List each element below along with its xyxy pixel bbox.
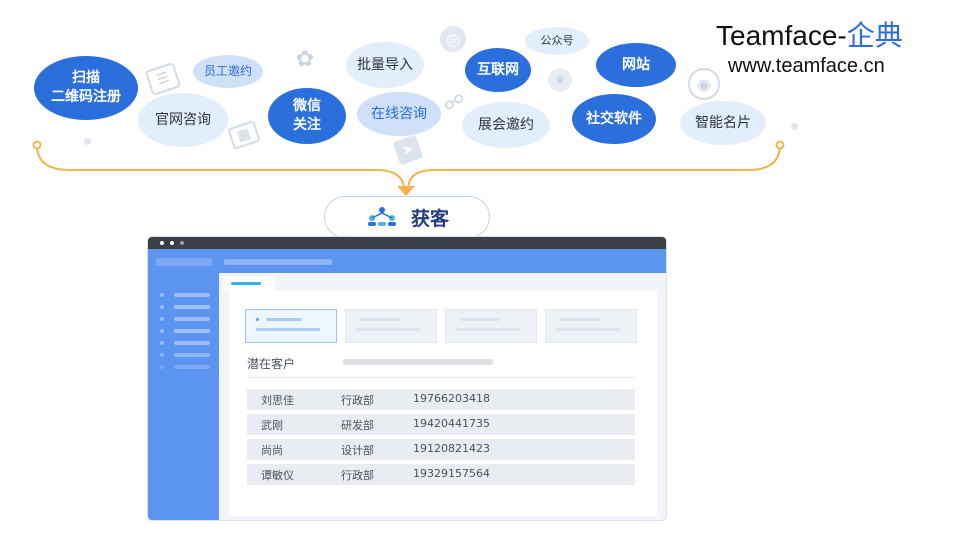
channel-online-inquiry: 在线咨询 — [357, 92, 441, 136]
sidebar-item-label — [174, 317, 210, 321]
card-title-placeholder — [560, 318, 600, 321]
tab-active[interactable] — [223, 277, 275, 291]
card-value-placeholder — [556, 328, 620, 331]
table-row[interactable]: 刘思佳 行政部 19766203418 — [247, 389, 635, 410]
channel-smart-card: 智能名片 — [680, 101, 766, 145]
filter-card[interactable] — [545, 309, 637, 343]
card-dot — [256, 318, 259, 321]
section-subtitle-placeholder — [343, 359, 493, 365]
table-row[interactable]: 尚尚 设计部 19120821423 — [247, 439, 635, 460]
send-icon: ➤ — [392, 134, 424, 166]
chat-icon: ☍ — [443, 90, 465, 114]
card-title-placeholder — [266, 318, 302, 321]
tab-active-indicator — [231, 282, 261, 285]
acquire-customers-label: 获客 — [410, 207, 449, 230]
sidebar-item-label — [174, 341, 210, 345]
connector-right — [407, 144, 781, 191]
brand-name-en: Teamface- — [716, 20, 847, 51]
customer-name: 刘思佳 — [261, 394, 294, 407]
sidebar-item-label — [174, 353, 210, 357]
sidebar-item[interactable] — [160, 353, 164, 357]
channel-wechat-follow: 微信 关注 — [268, 88, 346, 144]
paw-icon: ✿ — [295, 46, 315, 72]
card-value-placeholder — [256, 328, 320, 331]
badge-icon: ★ — [548, 68, 572, 92]
brand-website: www.teamface.cn — [728, 55, 885, 77]
connector-right-end — [775, 140, 785, 150]
customer-name: 尚尚 — [261, 444, 283, 457]
small-dot-left — [84, 138, 91, 145]
customer-dept: 行政部 — [341, 394, 374, 407]
acquire-customers-badge: 获客 — [324, 196, 490, 238]
section-divider — [247, 377, 635, 378]
filter-card-selected[interactable] — [245, 309, 337, 343]
customer-name: 谭敏仪 — [261, 469, 294, 482]
channel-exhibition-invite: 展会邀约 — [462, 102, 550, 148]
sidebar-item[interactable] — [160, 329, 164, 333]
small-dot-right — [791, 123, 798, 130]
filter-card[interactable] — [445, 309, 537, 343]
card-icon: ▦ — [227, 120, 261, 150]
camera-icon: ◉ — [688, 68, 720, 100]
brand-name-cn: 企典 — [846, 20, 903, 51]
customer-dept: 研发部 — [341, 419, 374, 432]
app-window: 潜在客户 刘思佳 行政部 19766203418 武刚 研发部 19420441… — [148, 237, 666, 520]
sidebar-item[interactable] — [160, 305, 164, 309]
globe-icon: ◎ — [440, 26, 466, 52]
app-header — [148, 249, 666, 273]
customer-phone: 19120821423 — [413, 442, 490, 455]
customer-dept: 设计部 — [341, 444, 374, 457]
channel-official-account: 公众号 — [525, 27, 589, 55]
table-row[interactable]: 谭敏仪 行政部 19329157564 — [247, 464, 635, 485]
sidebar-item[interactable] — [160, 293, 164, 297]
filter-card[interactable] — [345, 309, 437, 343]
channel-employee-invite: 员工邀约 — [193, 55, 263, 88]
app-header-text-placeholder — [224, 259, 332, 265]
connector-left-end — [32, 140, 42, 150]
channel-social-software: 社交软件 — [572, 94, 656, 144]
card-value-placeholder — [356, 328, 420, 331]
sidebar-item-label — [174, 365, 210, 369]
table-row[interactable]: 武刚 研发部 19420441735 — [247, 414, 635, 435]
card-title-placeholder — [360, 318, 400, 321]
sidebar-item-label — [174, 293, 210, 297]
app-sidebar — [148, 273, 219, 520]
window-dot-close[interactable] — [160, 241, 164, 245]
channel-batch-import: 批量导入 — [346, 42, 424, 88]
customer-phone: 19420441735 — [413, 417, 490, 430]
sidebar-item[interactable] — [160, 365, 164, 369]
customer-phone: 19329157564 — [413, 467, 490, 480]
window-titlebar — [148, 237, 666, 249]
customer-name: 武刚 — [261, 419, 283, 432]
brand-title: Teamface-企典 — [716, 14, 903, 54]
customer-phone: 19766203418 — [413, 392, 490, 405]
channel-internet: 互联网 — [465, 48, 531, 92]
channel-website: 网站 — [596, 43, 676, 87]
sidebar-item-label — [174, 305, 210, 309]
channel-website-inquiry: 官网咨询 — [138, 93, 228, 147]
customer-dept: 行政部 — [341, 469, 374, 482]
connector-left — [36, 144, 405, 191]
main-panel: 潜在客户 刘思佳 行政部 19766203418 武刚 研发部 19420441… — [229, 291, 657, 516]
sidebar-item[interactable] — [160, 341, 164, 345]
card-title-placeholder — [460, 318, 500, 321]
channel-qr-register: 扫描 二维码注册 — [34, 56, 138, 120]
people-network-icon — [367, 207, 396, 226]
window-dot-minimize[interactable] — [170, 241, 174, 245]
app-logo-placeholder — [156, 258, 212, 266]
window-dot-maximize[interactable] — [180, 241, 184, 245]
resume-icon: ☰ — [144, 62, 182, 96]
connector-arrow — [397, 186, 415, 196]
section-title: 潜在客户 — [247, 357, 296, 371]
sidebar-item-label — [174, 329, 210, 333]
card-value-placeholder — [456, 328, 520, 331]
sidebar-item[interactable] — [160, 317, 164, 321]
